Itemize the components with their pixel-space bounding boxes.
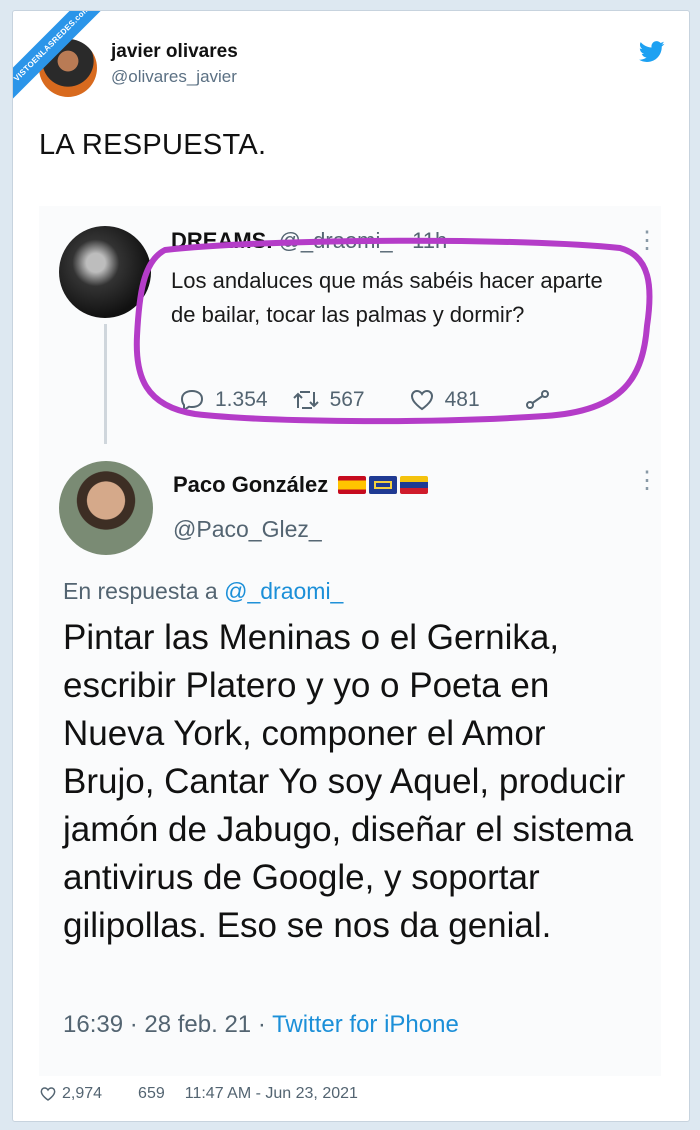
reply-name-row: Paco González (173, 472, 431, 498)
tweet-card: VISTOENLASREDES.com javier olivares @oli… (12, 10, 690, 1122)
spain-flag-icon (338, 476, 367, 494)
twitter-bird-icon[interactable] (639, 41, 665, 63)
thread-line (104, 324, 107, 444)
reply-author-handle: @Paco_Glez_ (173, 516, 322, 542)
eu-flag-icon (369, 476, 398, 494)
reply-to-label: En respuesta a (63, 578, 218, 604)
tweet-text: LA RESPUESTA. (39, 129, 267, 161)
reply-author-name: Paco González (173, 472, 329, 497)
author-handle[interactable]: @olivares_javier (111, 67, 237, 87)
flag-emojis (338, 476, 431, 494)
tweet-footer: 2,974 659 11:47 AM - Jun 23, 2021 (39, 1085, 358, 1103)
reply-time: 16:39 · 28 feb. 21 (63, 1011, 252, 1038)
footer-likes[interactable]: 2,974 (39, 1085, 102, 1103)
footer-like-count: 2,974 (62, 1085, 103, 1102)
venezuela-flag-icon (400, 476, 429, 494)
reply-source: Twitter for iPhone (272, 1011, 459, 1038)
reply-text: Pintar las Meninas o el Gernika, escribi… (63, 618, 634, 945)
reply-to-line: En respuesta a @_draomi_ (63, 578, 343, 605)
reply-to-handle: @_draomi_ (224, 578, 344, 604)
footer-retweet-count: 659 (138, 1085, 165, 1102)
heart-icon (40, 1087, 56, 1101)
more-icon: ⋮ (635, 467, 659, 494)
reply-meta: 16:39 · 28 feb. 21 · Twitter for iPhone (63, 1011, 459, 1038)
embedded-screenshot: DREAMS. @_draomi_ · 11h ⋮ Los andaluces … (39, 206, 661, 1076)
author-name[interactable]: javier olivares (111, 41, 238, 63)
highlight-circle (133, 237, 653, 425)
reply-avatar (59, 461, 153, 555)
footer-timestamp[interactable]: 11:47 AM - Jun 23, 2021 (185, 1085, 358, 1103)
